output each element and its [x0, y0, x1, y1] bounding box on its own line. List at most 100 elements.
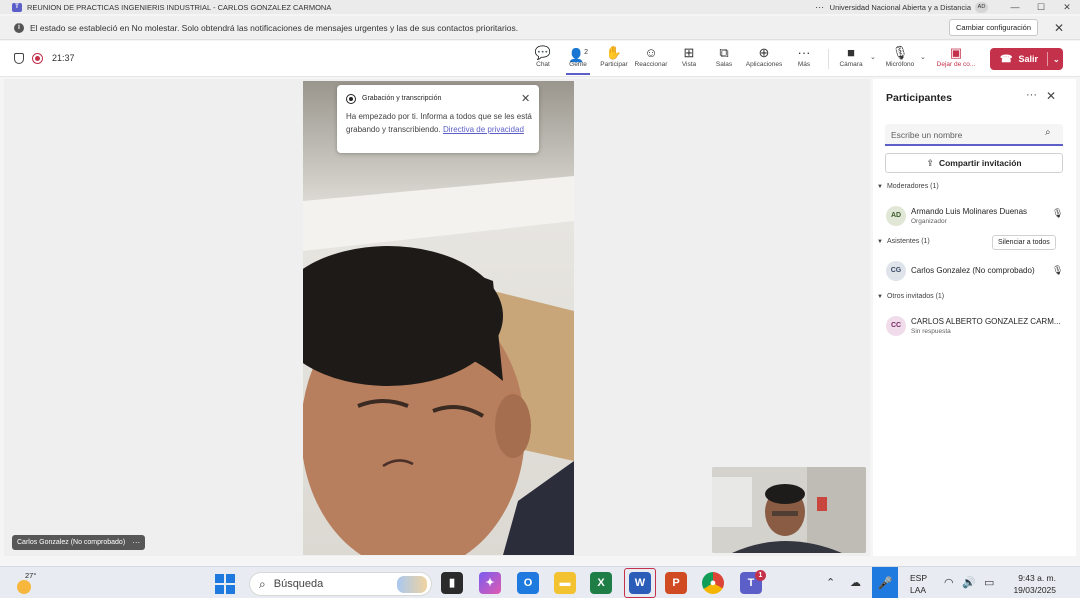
panel-more-icon[interactable]: ··· [1026, 89, 1037, 101]
stop-share-icon: ▣ [949, 45, 963, 60]
recording-close-icon[interactable]: ✕ [521, 92, 530, 105]
stop-sharing-button[interactable]: ▣ Dejar de co... [936, 44, 976, 74]
chat-button[interactable]: 💬 Chat [523, 44, 563, 74]
name-tag-more-icon[interactable]: ··· [132, 538, 140, 547]
system-clock[interactable]: 9:43 a. m. 19/03/2025 [1006, 572, 1056, 596]
view-button[interactable]: ⊞ Vista [669, 44, 709, 74]
participant-name: Carlos Gonzalez (No comprobado) [911, 266, 1035, 275]
privacy-policy-link[interactable]: Directiva de privacidad [443, 125, 524, 134]
account-avatar[interactable]: AD [975, 1, 988, 13]
shield-icon[interactable] [14, 53, 24, 64]
view-label: Vista [681, 61, 697, 68]
add-apps-icon: ⊕ [758, 45, 770, 60]
excel-icon[interactable]: X [590, 572, 612, 594]
collapse-triangle-icon: ▼ [877, 238, 883, 245]
camera-options-chevron-icon[interactable]: ⌄ [870, 53, 876, 61]
meeting-timer: 21:37 [52, 53, 75, 63]
rooms-button[interactable]: ⧉ Salas [704, 44, 744, 74]
chrome-icon[interactable]: ● [702, 572, 724, 594]
attendees-section-header[interactable]: ▼ Asistentes (1) [877, 238, 930, 245]
participants-panel: Participantes ··· ✕ ⌕ ⇪ Compartir invita… [873, 79, 1076, 556]
participant-search-input[interactable] [891, 127, 1039, 142]
participant-name: CARLOS ALBERTO GONZALEZ CARM... [911, 317, 1061, 326]
share-invite-label: Compartir invitación [938, 158, 1022, 168]
leave-options-chevron-icon[interactable]: ⌄ [1053, 55, 1060, 64]
language-code: ESP [910, 573, 928, 583]
more-button[interactable]: ··· Más [784, 44, 824, 74]
collapse-triangle-icon: ▼ [877, 183, 883, 190]
participant-row[interactable]: CG Carlos Gonzalez (No comprobado) 🎙 [886, 261, 1066, 285]
people-button[interactable]: 👤2 Gente [558, 44, 598, 75]
more-icon[interactable]: ··· [810, 2, 830, 12]
search-icon: ⌕ [1045, 127, 1051, 138]
participant-row[interactable]: CC CARLOS ALBERTO GONZALEZ CARM... Sin r… [886, 316, 1066, 340]
others-label: Otros invitados (1) [886, 293, 945, 300]
leave-divider [1046, 52, 1048, 66]
raise-hand-button[interactable]: ✋ Participar [594, 44, 634, 74]
react-label: Reaccionar [634, 61, 668, 68]
volume-icon[interactable]: 🔊 [962, 576, 976, 589]
recording-notification: Grabación y transcripción ✕ Ha empezado … [337, 85, 539, 153]
change-settings-button[interactable]: Cambiar configuración [948, 19, 1038, 36]
participant-row[interactable]: AD Armando Luis Molinares Duenas Organiz… [886, 206, 1066, 230]
info-icon: i [14, 22, 24, 33]
participant-count: 2 [584, 49, 589, 56]
clock-time: 9:43 a. m. [1018, 573, 1056, 583]
chat-icon: 💬 [534, 45, 552, 60]
minimize-icon[interactable]: — [1002, 2, 1028, 12]
word-icon[interactable]: W [629, 572, 651, 594]
input-language[interactable]: ESP LAA [910, 572, 927, 596]
close-window-icon[interactable]: ✕ [1054, 2, 1080, 13]
windows-taskbar: 27° ⌕ Búsqueda ▮ ✦ O ▬ X W P ● T 1 ⌃ ☁ 🎤… [0, 566, 1080, 598]
leave-button[interactable]: ☎ Salir ⌄ [990, 48, 1063, 70]
react-button[interactable]: ☺ Reaccionar [631, 44, 671, 74]
file-explorer-icon[interactable]: ▬ [554, 572, 576, 594]
panel-close-icon[interactable]: ✕ [1046, 89, 1056, 103]
others-section-header[interactable]: ▼ Otros invitados (1) [877, 293, 944, 300]
dnd-banner: i El estado se estableció en No molestar… [0, 16, 1080, 40]
battery-icon[interactable]: ▭ [984, 576, 994, 589]
weather-widget[interactable]: 27° [17, 571, 41, 595]
banner-close-icon[interactable]: ✕ [1052, 21, 1066, 35]
task-view-icon[interactable]: ▮ [441, 572, 463, 594]
participant-name: Armando Luis Molinares Duenas [911, 207, 1028, 216]
more-label: Más [797, 61, 811, 68]
microphone-icon: 🎙 [1052, 265, 1064, 275]
share-invite-button[interactable]: ⇪ Compartir invitación [885, 153, 1063, 173]
ellipsis-icon: ··· [797, 45, 811, 60]
taskbar-search[interactable]: ⌕ Búsqueda [249, 572, 432, 596]
wifi-icon[interactable]: ◠ [944, 576, 954, 589]
toolbar-divider [828, 49, 829, 69]
rooms-icon: ⧉ [719, 45, 729, 60]
mic-button[interactable]: 🎙 Micrófono [880, 44, 920, 74]
raise-hand-label: Participar [600, 61, 628, 68]
cloud-icon[interactable]: ☁ [850, 576, 861, 589]
record-icon [346, 94, 356, 104]
copilot-icon[interactable]: ✦ [479, 572, 501, 594]
maximize-icon[interactable]: ☐ [1028, 2, 1054, 13]
microphone-icon: 🎙 [1052, 208, 1064, 218]
moderators-section-header[interactable]: ▼ Moderadores (1) [877, 183, 939, 190]
mic-options-chevron-icon[interactable]: ⌄ [920, 53, 926, 61]
apps-button[interactable]: ⊕ Aplicaciones [744, 44, 784, 74]
camera-icon: ■ [847, 45, 855, 60]
microphone-tray-icon[interactable]: 🎤 [872, 567, 898, 598]
powerpoint-icon[interactable]: P [665, 572, 687, 594]
taskbar-search-label: Búsqueda [273, 578, 324, 590]
teams-notification-badge: 1 [755, 570, 766, 581]
rooms-label: Salas [715, 61, 733, 68]
clock-date: 19/03/2025 [1013, 585, 1056, 595]
start-icon[interactable] [215, 574, 235, 594]
mute-all-button[interactable]: Silenciar a todos [992, 235, 1056, 250]
participant-search: ⌕ [885, 124, 1063, 146]
self-video-image [712, 467, 866, 553]
people-icon: 👤2 [567, 47, 589, 63]
self-view-video[interactable] [712, 467, 866, 553]
moderators-label: Moderadores (1) [886, 183, 939, 190]
camera-button[interactable]: ■ Cámara [831, 44, 871, 74]
search-highlight-image [397, 576, 427, 593]
chevron-up-icon[interactable]: ⌃ [826, 576, 835, 589]
outlook-icon[interactable]: O [517, 572, 539, 594]
meeting-toolbar: 21:37 💬 Chat 👤2 Gente ✋ Participar ☺ Rea… [0, 41, 1080, 77]
leave-label: Salir [1018, 54, 1038, 64]
